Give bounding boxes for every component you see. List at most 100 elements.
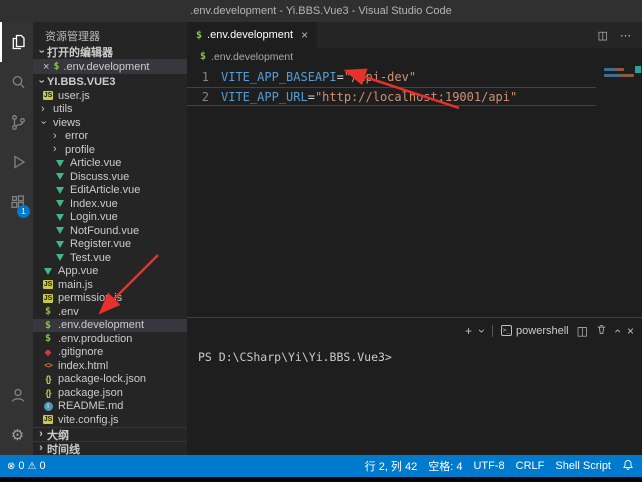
toggle-sidebar-icon[interactable]	[462, 0, 486, 22]
accounts-icon[interactable]	[0, 375, 33, 415]
tree-item[interactable]: package.json	[33, 386, 187, 400]
split-editor-icon[interactable]: ◫	[593, 29, 613, 42]
indentation[interactable]: 空格: 4	[428, 458, 462, 474]
terminal-content[interactable]: PS D:\CSharp\Yi\Yi.BBS.Vue3>	[187, 343, 642, 455]
customize-layout-icon[interactable]	[534, 0, 558, 22]
file-type-icon	[53, 157, 67, 169]
tree-item[interactable]: user.js	[33, 89, 187, 103]
tree-item[interactable]: Discuss.vue	[33, 170, 187, 184]
editor-group: $ .env.development × ◫ ⋯ $ .env.developm…	[187, 22, 642, 455]
file-type-icon	[41, 265, 55, 277]
accounts-glyph	[7, 384, 29, 406]
problems-status[interactable]: ⊗ 0 ⚠ 0	[7, 460, 46, 472]
close-icon[interactable]: ×	[43, 61, 49, 73]
close-tab-icon[interactable]: ×	[301, 28, 308, 42]
tree-item[interactable]: Index.vue	[33, 197, 187, 211]
notifications-bell-icon[interactable]	[622, 459, 634, 474]
terminal-instance-label: powershell	[516, 325, 569, 337]
extensions-badge: 1	[17, 205, 30, 218]
tree-item[interactable]: Register.vue	[33, 238, 187, 252]
tree-item-label: Register.vue	[70, 238, 131, 250]
minimap-line	[604, 68, 624, 71]
file-type-icon	[53, 238, 67, 250]
eol-sequence[interactable]: CRLF	[516, 460, 545, 472]
folder-chevron-icon	[41, 104, 53, 115]
panel-header: + › >_ powershell ◫ ›	[187, 318, 642, 343]
tree-item-label: main.js	[58, 279, 93, 291]
minimize-button[interactable]	[558, 0, 586, 22]
tree-item[interactable]: .env.development	[33, 319, 187, 333]
tree-item[interactable]: Article.vue	[33, 157, 187, 171]
tree-item[interactable]: package-lock.json	[33, 373, 187, 387]
code-line[interactable]: 1VITE_APP_BASEAPI="/api-dev"	[187, 68, 596, 87]
folder-chevron-icon	[53, 131, 65, 142]
open-editor-item[interactable]: × $ .env.development	[33, 59, 187, 74]
terminal-dropdown-icon[interactable]: ›	[476, 329, 488, 333]
timeline-header[interactable]: › 时间线	[33, 441, 187, 455]
project-header[interactable]: › YI.BBS.VUE3	[33, 74, 187, 89]
code-editor[interactable]: 1VITE_APP_BASEAPI="/api-dev"2VITE_APP_UR…	[187, 65, 642, 317]
encoding[interactable]: UTF-8	[473, 460, 504, 472]
more-actions-icon[interactable]: ⋯	[615, 29, 636, 42]
tree-item[interactable]: EditArticle.vue	[33, 184, 187, 198]
tree-item[interactable]: index.html	[33, 359, 187, 373]
code-line[interactable]: 2VITE_APP_URL="http://localhost:19001/ap…	[187, 87, 596, 106]
run-debug-icon[interactable]	[0, 142, 33, 182]
split-terminal-icon[interactable]: ◫	[577, 325, 588, 337]
outline-header[interactable]: › 大纲	[33, 427, 187, 441]
open-editors-header[interactable]: › 打开的编辑器	[33, 44, 187, 59]
env-file-icon: $	[200, 51, 206, 62]
breadcrumb[interactable]: $ .env.development	[187, 48, 642, 65]
toggle-secondary-sidebar-icon[interactable]	[510, 0, 534, 22]
maximize-panel-icon[interactable]: ›	[611, 329, 623, 333]
file-tree: user.js utils views error	[33, 89, 187, 427]
extensions-icon[interactable]: 1	[0, 182, 33, 222]
tree-item[interactable]: main.js	[33, 278, 187, 292]
tree-item[interactable]: profile	[33, 143, 187, 157]
tree-item[interactable]: Login.vue	[33, 211, 187, 225]
file-type-icon	[41, 279, 55, 291]
kill-terminal-icon[interactable]	[596, 324, 607, 337]
new-terminal-icon[interactable]: +	[465, 325, 472, 337]
folder-chevron-icon	[41, 117, 53, 128]
source-control-icon[interactable]	[0, 102, 33, 142]
tree-item[interactable]: NotFound.vue	[33, 224, 187, 238]
tab-env-development[interactable]: $ .env.development ×	[187, 22, 318, 48]
close-panel-icon[interactable]: ×	[627, 325, 634, 337]
explorer-icon[interactable]	[0, 22, 33, 62]
explorer-glyph	[7, 31, 29, 53]
editor-tab-bar: $ .env.development × ◫ ⋯	[187, 22, 642, 48]
cursor-position[interactable]: 行 2, 列 42	[365, 458, 418, 474]
tree-item-label: package-lock.json	[58, 373, 146, 385]
divider	[492, 325, 493, 337]
tree-item-label: profile	[65, 144, 95, 156]
terminal-instance-powershell[interactable]: >_ powershell	[501, 325, 569, 337]
tree-item[interactable]: .gitignore	[33, 346, 187, 360]
language-mode[interactable]: Shell Script	[555, 460, 611, 472]
tree-item-label: App.vue	[58, 265, 98, 277]
minimap[interactable]	[598, 65, 642, 317]
tree-item[interactable]: vite.config.js	[33, 413, 187, 427]
tree-item[interactable]: error	[33, 130, 187, 144]
tree-item[interactable]: utils	[33, 103, 187, 117]
maximize-restore-button[interactable]	[586, 0, 614, 22]
tree-item[interactable]: .env.production	[33, 332, 187, 346]
overview-ruler-mark	[635, 66, 641, 73]
tree-item[interactable]: App.vue	[33, 265, 187, 279]
close-window-button[interactable]	[614, 0, 642, 22]
tree-item[interactable]: views	[33, 116, 187, 130]
tree-item-label: README.md	[58, 400, 123, 412]
settings-gear-icon[interactable]: ⚙	[0, 415, 33, 455]
activity-bar: 1 ⚙	[0, 22, 33, 455]
tree-item[interactable]: .env	[33, 305, 187, 319]
tree-item[interactable]: Test.vue	[33, 251, 187, 265]
window-bottom-edge	[0, 477, 642, 482]
error-icon: ⊗	[7, 461, 15, 472]
file-type-icon	[53, 171, 67, 183]
file-type-icon	[41, 373, 55, 385]
toggle-panel-icon[interactable]	[486, 0, 510, 22]
explorer-sidebar: 资源管理器 › 打开的编辑器 × $ .env.development › YI…	[33, 22, 187, 455]
tree-item[interactable]: README.md	[33, 400, 187, 414]
tree-item[interactable]: permission.js	[33, 292, 187, 306]
search-icon[interactable]	[0, 62, 33, 102]
